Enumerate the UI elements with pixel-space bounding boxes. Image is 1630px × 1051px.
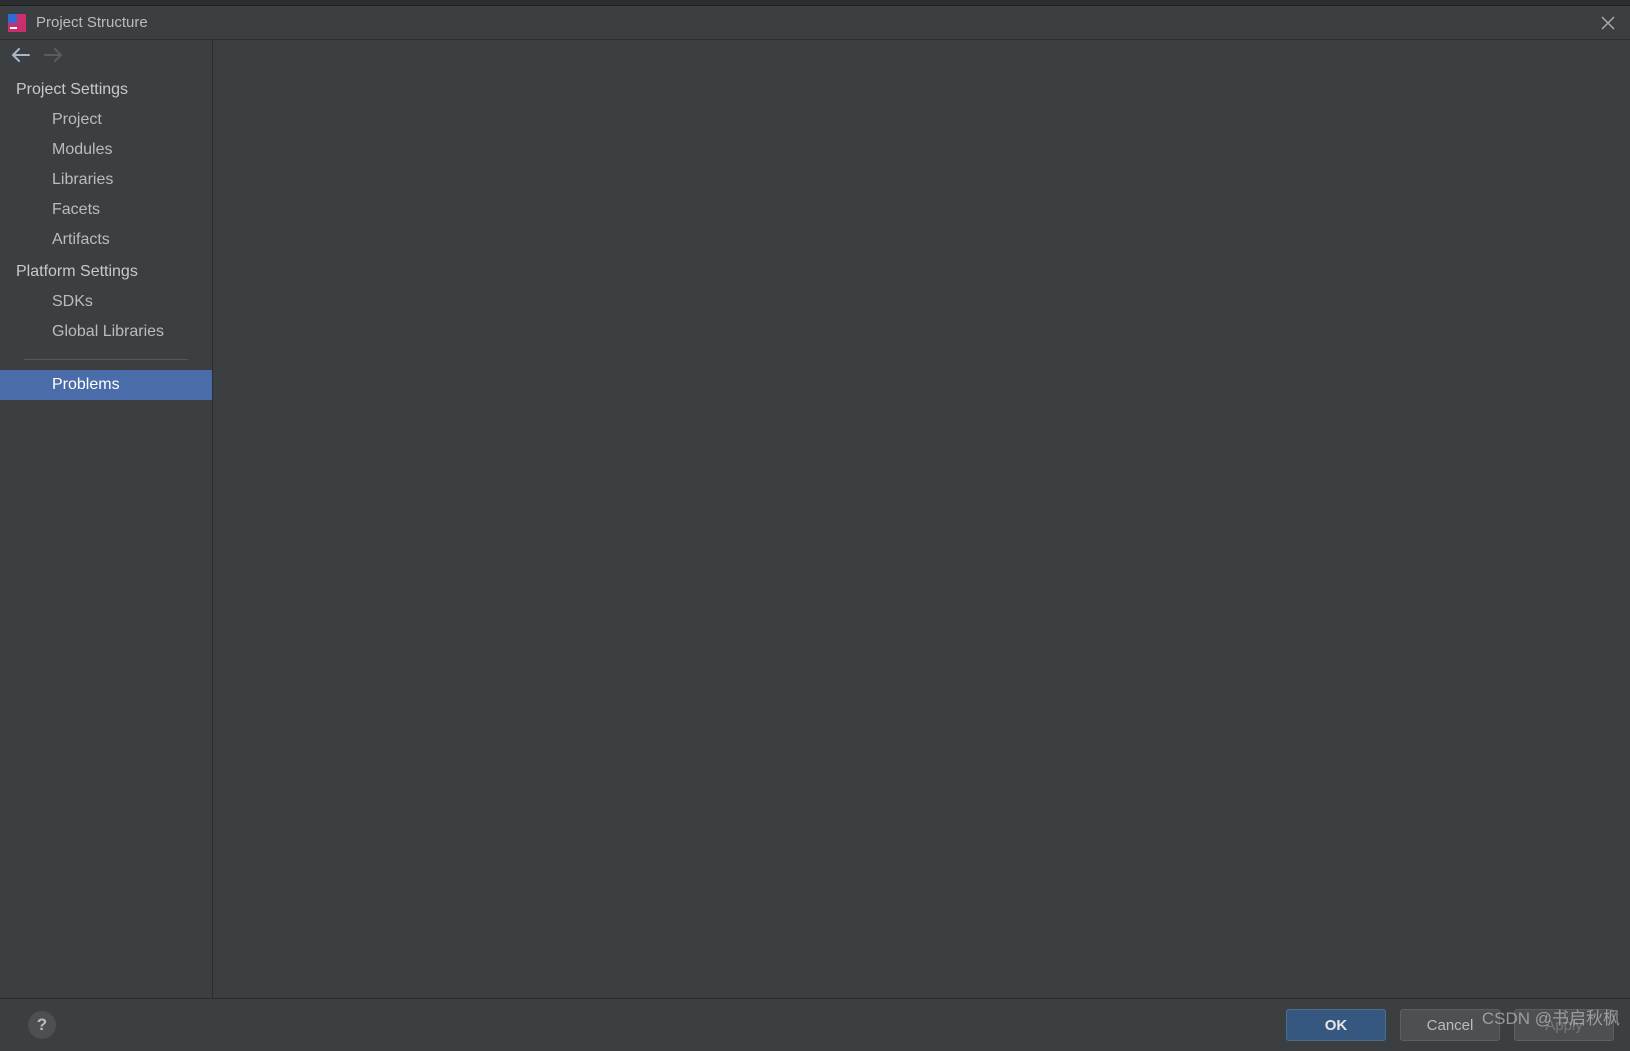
ok-button[interactable]: OK [1286, 1009, 1386, 1041]
sidebar-item-sdks[interactable]: SDKs [0, 287, 212, 317]
help-button[interactable]: ? [28, 1011, 56, 1039]
sidebar-item-global-libraries[interactable]: Global Libraries [0, 317, 212, 347]
title-bar: Project Structure [0, 6, 1630, 40]
app-icon [8, 14, 26, 32]
main-content [213, 40, 1630, 998]
sidebar-item-modules[interactable]: Modules [0, 135, 212, 165]
nav-arrows [0, 40, 212, 73]
sidebar-item-problems[interactable]: Problems [0, 370, 212, 400]
apply-button: Apply [1514, 1009, 1614, 1041]
cancel-button[interactable]: Cancel [1400, 1009, 1500, 1041]
close-icon[interactable] [1594, 9, 1622, 37]
sidebar-item-project[interactable]: Project [0, 105, 212, 135]
footer: ? OK Cancel Apply [0, 998, 1630, 1051]
sidebar-item-artifacts[interactable]: Artifacts [0, 225, 212, 255]
sidebar: Project Settings Project Modules Librari… [0, 40, 213, 998]
body-area: Project Settings Project Modules Librari… [0, 40, 1630, 998]
window-title: Project Structure [36, 14, 1594, 31]
sidebar-divider [24, 359, 188, 360]
sidebar-item-libraries[interactable]: Libraries [0, 165, 212, 195]
section-header-platform-settings: Platform Settings [0, 255, 212, 287]
section-header-project-settings: Project Settings [0, 73, 212, 105]
back-arrow-icon[interactable] [12, 46, 30, 67]
forward-arrow-icon [44, 46, 62, 67]
sidebar-item-facets[interactable]: Facets [0, 195, 212, 225]
